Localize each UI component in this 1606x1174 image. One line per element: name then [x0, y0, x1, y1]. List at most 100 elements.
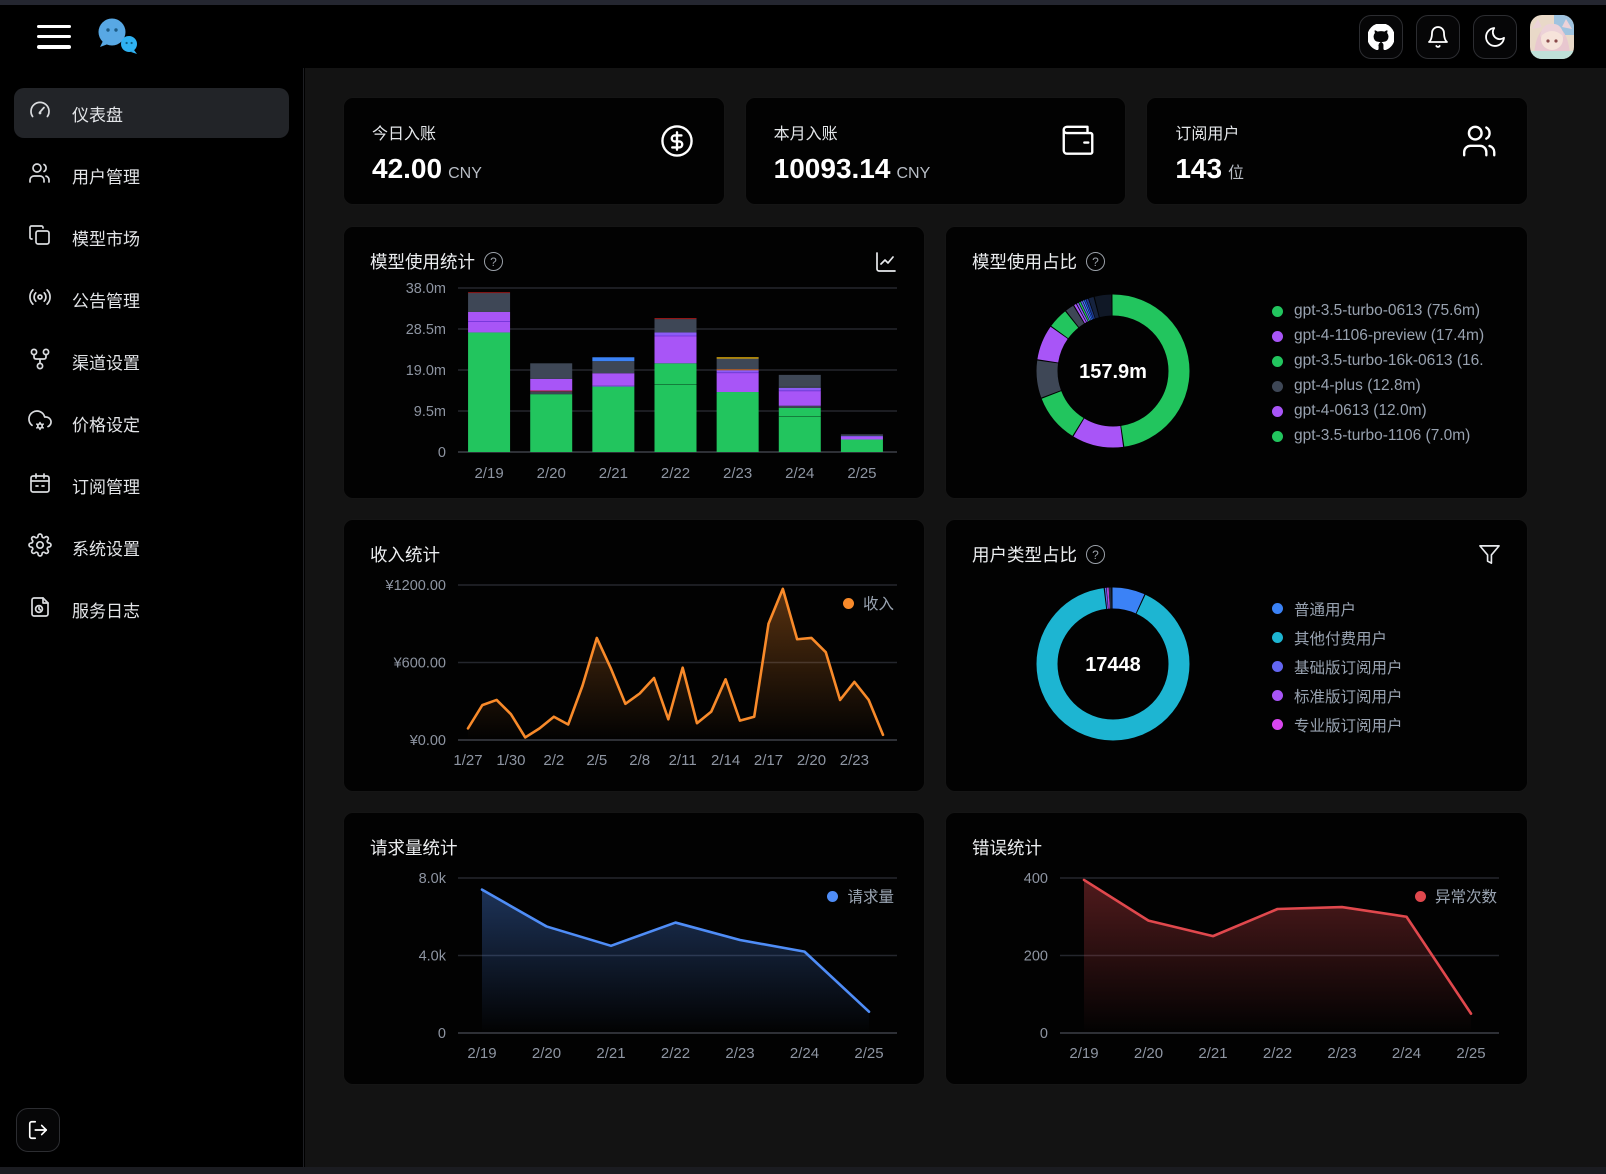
- request-volume-card: 请求量统计 请求量 04.0k8.0k2/192/202/212/222/232…: [343, 812, 925, 1085]
- model-usage-legend: gpt-3.5-turbo-0613 (75.6m) gpt-4-1106-pre…: [1272, 295, 1484, 452]
- sidebar-item-channels[interactable]: 渠道设置: [14, 336, 289, 386]
- legend-label: gpt-4-1106-preview (17.4m): [1294, 327, 1484, 345]
- help-icon[interactable]: ?: [484, 252, 503, 271]
- legend-label: gpt-4-0613 (12.0m): [1294, 402, 1427, 420]
- stat-value: 10093.14CNY: [774, 153, 1098, 185]
- legend-item[interactable]: gpt-4-plus (12.8m): [1272, 377, 1484, 395]
- legend-item[interactable]: 普通用户: [1272, 598, 1403, 620]
- legend-label: 其他付费用户: [1294, 627, 1387, 649]
- legend-dot: [1272, 406, 1283, 417]
- legend-item[interactable]: gpt-3.5-turbo-0613 (75.6m): [1272, 302, 1484, 320]
- user-avatar[interactable]: [1530, 15, 1574, 59]
- svg-text:2/20: 2/20: [537, 465, 566, 482]
- svg-text:2/21: 2/21: [1198, 1045, 1227, 1062]
- stat-title: 今日入账: [372, 120, 696, 144]
- user-type-share-card: 用户类型占比 ? 17448 普通用户其他付费用户基础版订阅用户标准版订阅用户专…: [945, 519, 1528, 792]
- legend-dot: [1272, 356, 1283, 367]
- hamburger-icon[interactable]: [37, 25, 71, 49]
- stat-cards-row: 今日入账 42.00CNY 本月入账 10093.14CNY 订阅用户 143位: [343, 97, 1528, 205]
- bottom-strip: [0, 1167, 1606, 1174]
- legend-label: 请求量: [847, 885, 894, 907]
- income-line-chart: ¥0.00¥600.00¥1200.001/271/302/22/52/82/1…: [370, 571, 898, 781]
- sidebar-item-pricing[interactable]: 价格设定: [14, 398, 289, 448]
- calendar-icon: [28, 471, 52, 500]
- top-bar: [0, 5, 1606, 68]
- legend-item[interactable]: 标准版订阅用户: [1272, 685, 1403, 707]
- top-accent-strip: [0, 0, 1606, 5]
- broadcast-icon: [28, 285, 52, 314]
- legend-label: 异常次数: [1435, 885, 1497, 907]
- svg-text:2/11: 2/11: [669, 752, 697, 769]
- legend-label: 基础版订阅用户: [1294, 656, 1403, 678]
- svg-text:19.0m: 19.0m: [406, 363, 446, 379]
- sidebar-item-model-market[interactable]: 模型市场: [14, 212, 289, 262]
- logout-icon[interactable]: [16, 1108, 60, 1152]
- today-income-card: 今日入账 42.00CNY: [343, 97, 725, 205]
- stat-unit: CNY: [896, 165, 930, 182]
- svg-text:0: 0: [438, 1026, 446, 1042]
- svg-text:2/23: 2/23: [723, 465, 752, 482]
- help-icon[interactable]: ?: [1086, 252, 1105, 271]
- svg-text:1/27: 1/27: [453, 752, 482, 769]
- model-usage-bar-chart: 09.5m19.0m28.5m38.0m2/192/202/212/222/23…: [370, 278, 898, 495]
- errors-series-legend[interactable]: 异常次数: [1415, 885, 1497, 907]
- legend-dot: [827, 891, 838, 902]
- legend-label: 专业版订阅用户: [1294, 714, 1403, 736]
- legend-dot: [1272, 381, 1283, 392]
- github-icon[interactable]: [1359, 15, 1403, 59]
- model-usage-share-card: 模型使用占比 ? 157.9m gpt-3.5-turbo-0613 (75.6…: [945, 226, 1528, 499]
- svg-text:2/25: 2/25: [847, 465, 876, 482]
- legend-item[interactable]: gpt-3.5-turbo-16k-0613 (16.: [1272, 352, 1484, 370]
- line-chart-toggle-icon[interactable]: [874, 250, 898, 274]
- svg-text:38.0m: 38.0m: [406, 281, 446, 297]
- svg-text:2/2: 2/2: [543, 752, 564, 769]
- legend-item[interactable]: gpt-4-0613 (12.0m): [1272, 402, 1484, 420]
- sidebar-item-label: 公告管理: [72, 287, 140, 312]
- user-type-legend: 普通用户其他付费用户基础版订阅用户标准版订阅用户专业版订阅用户: [1272, 591, 1403, 743]
- legend-dot: [1272, 431, 1283, 442]
- error-stats-card: 错误统计 异常次数 02004002/192/202/212/222/232/2…: [945, 812, 1528, 1085]
- sidebar: 仪表盘 用户管理 模型市场 公告管理 渠道设置 价格设定 订阅管理 系统设置 服…: [0, 68, 304, 1174]
- legend-dot: [1272, 661, 1283, 672]
- logs-icon: [28, 595, 52, 624]
- svg-text:1/30: 1/30: [496, 752, 525, 769]
- sidebar-item-announcements[interactable]: 公告管理: [14, 274, 289, 324]
- svg-text:0: 0: [1040, 1026, 1048, 1042]
- filter-icon[interactable]: [1478, 543, 1501, 566]
- legend-item[interactable]: gpt-3.5-turbo-1106 (7.0m): [1272, 427, 1484, 445]
- legend-dot: [1272, 603, 1283, 614]
- sidebar-item-settings[interactable]: 系统设置: [14, 522, 289, 572]
- users-icon: [28, 161, 52, 190]
- svg-text:2/24: 2/24: [1392, 1045, 1421, 1062]
- sidebar-item-subscriptions[interactable]: 订阅管理: [14, 460, 289, 510]
- legend-dot: [1272, 632, 1283, 643]
- chart-title: 收入统计: [370, 542, 440, 567]
- legend-item[interactable]: 专业版订阅用户: [1272, 714, 1403, 736]
- legend-item[interactable]: 基础版订阅用户: [1272, 656, 1403, 678]
- dark-mode-icon[interactable]: [1473, 15, 1517, 59]
- svg-text:2/24: 2/24: [785, 465, 814, 482]
- svg-text:¥600.00: ¥600.00: [393, 656, 446, 672]
- income-series-legend[interactable]: 收入: [843, 592, 894, 614]
- sidebar-item-logs[interactable]: 服务日志: [14, 584, 289, 634]
- user-type-donut-chart: 17448: [1024, 575, 1202, 758]
- legend-item[interactable]: 其他付费用户: [1272, 627, 1403, 649]
- legend-label: gpt-3.5-turbo-1106 (7.0m): [1294, 427, 1470, 445]
- sidebar-item-users[interactable]: 用户管理: [14, 150, 289, 200]
- help-icon[interactable]: ?: [1086, 545, 1105, 564]
- requests-series-legend[interactable]: 请求量: [827, 885, 894, 907]
- sidebar-item-dashboard[interactable]: 仪表盘: [14, 88, 289, 138]
- sidebar-item-label: 仪表盘: [72, 101, 123, 126]
- svg-text:2/25: 2/25: [854, 1045, 883, 1062]
- channels-icon: [28, 347, 52, 376]
- subscribers-icon: [1461, 122, 1499, 165]
- svg-text:2/23: 2/23: [725, 1045, 754, 1062]
- bell-icon[interactable]: [1416, 15, 1460, 59]
- legend-item[interactable]: gpt-4-1106-preview (17.4m): [1272, 327, 1484, 345]
- stat-value: 143位: [1175, 153, 1499, 185]
- svg-text:2/20: 2/20: [1134, 1045, 1163, 1062]
- subscribers-card: 订阅用户 143位: [1146, 97, 1528, 205]
- svg-text:2/25: 2/25: [1456, 1045, 1485, 1062]
- svg-text:8.0k: 8.0k: [419, 871, 447, 887]
- legend-dot: [1415, 891, 1426, 902]
